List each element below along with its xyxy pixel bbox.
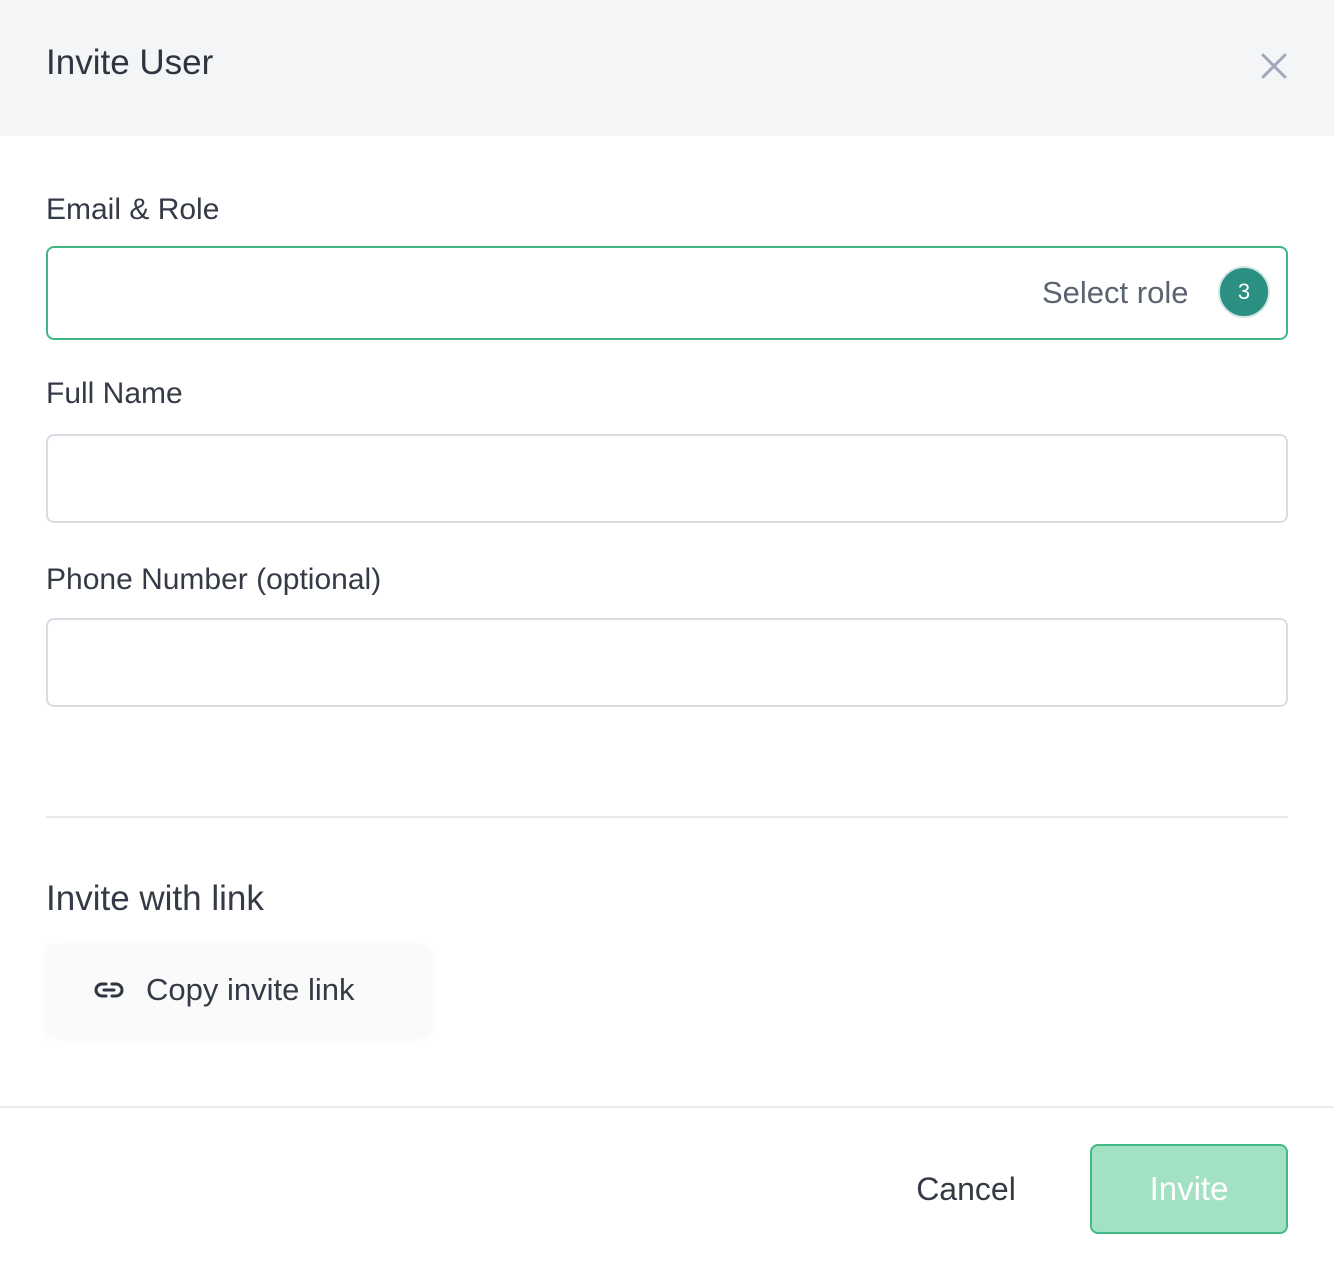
close-icon (1261, 53, 1287, 79)
email-role-label: Email & Role (46, 193, 220, 226)
footer-divider (0, 1106, 1334, 1108)
email-input-wrapper (48, 248, 1008, 338)
close-button[interactable] (1254, 46, 1294, 86)
invite-link-title: Invite with link (46, 879, 264, 918)
phone-label: Phone Number (optional) (46, 563, 382, 596)
copy-invite-link-label: Copy invite link (146, 972, 355, 1007)
section-divider (46, 816, 1288, 818)
email-role-field: Select role 3 (46, 246, 1288, 340)
full-name-input[interactable] (48, 436, 1286, 521)
cancel-button[interactable]: Cancel (896, 1166, 1036, 1212)
badge-count: 3 (1218, 266, 1270, 318)
role-select[interactable]: Select role (1042, 270, 1188, 316)
invite-button[interactable]: Invite (1090, 1144, 1288, 1234)
copy-invite-link-button[interactable]: Copy invite link (46, 944, 432, 1036)
phone-field (46, 618, 1288, 707)
link-icon (94, 982, 124, 998)
email-input[interactable] (48, 248, 1008, 338)
full-name-label: Full Name (46, 377, 183, 410)
full-name-field (46, 434, 1288, 523)
phone-input[interactable] (48, 620, 1286, 705)
dialog-title: Invite User (46, 43, 214, 82)
dialog-header: Invite User (0, 0, 1334, 136)
